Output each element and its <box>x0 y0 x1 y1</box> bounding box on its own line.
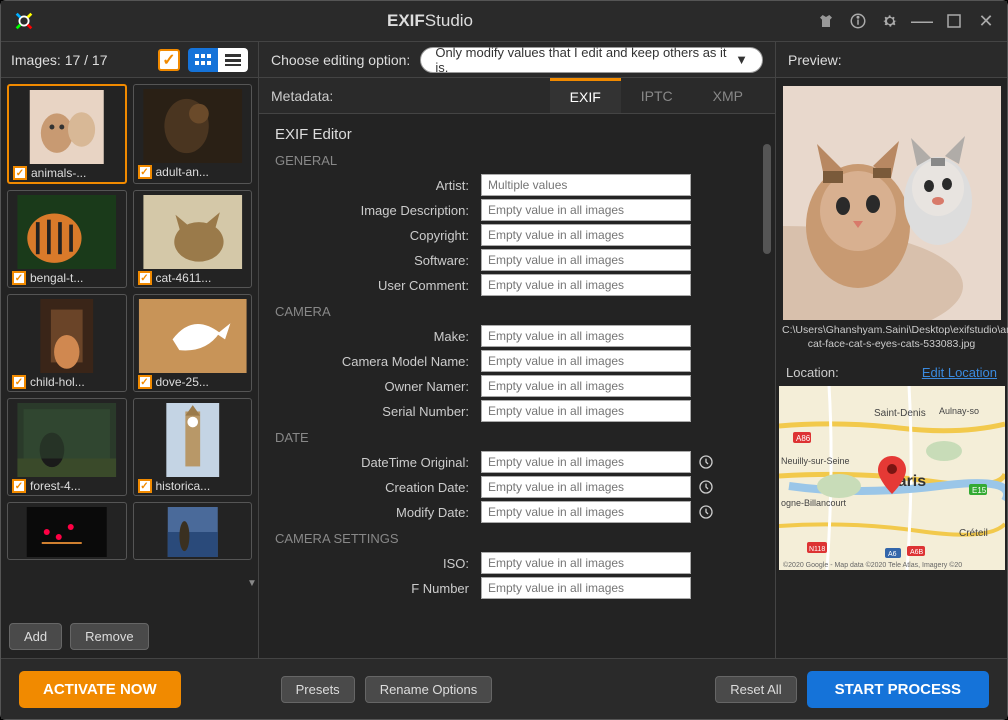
thumb-label: bengal-t... <box>30 271 83 285</box>
start-process-button[interactable]: START PROCESS <box>807 671 989 708</box>
thumbnail-item[interactable] <box>133 502 253 560</box>
svg-text:A6: A6 <box>888 551 897 558</box>
section-date: DATE <box>275 430 759 445</box>
tab-iptc[interactable]: IPTC <box>621 78 693 113</box>
location-map[interactable]: Paris Saint-Denis Aulnay-so Neuilly-sur-… <box>779 386 1005 570</box>
close-icon[interactable]: ✕ <box>977 12 995 30</box>
app-logo <box>13 10 35 32</box>
preview-path: C:\Users\Ghanshyam.Saini\Desktop\exifstu… <box>782 324 1001 351</box>
thumb-label: cat-4611... <box>156 271 212 285</box>
thumbnail-item[interactable]: ✓cat-4611... <box>133 190 253 288</box>
activate-button[interactable]: ACTIVATE NOW <box>19 671 181 708</box>
minimize-icon[interactable]: — <box>913 12 931 30</box>
creation-input[interactable] <box>481 476 691 498</box>
thumbnail-item[interactable]: ✓child-hol... <box>7 294 127 392</box>
svg-text:Créteil: Créteil <box>959 528 988 539</box>
list-view-button[interactable] <box>218 48 248 72</box>
clock-icon[interactable] <box>695 501 717 523</box>
thumbnail-item[interactable] <box>7 502 127 560</box>
edit-location-link[interactable]: Edit Location <box>922 365 997 380</box>
shirt-icon[interactable] <box>817 12 835 30</box>
thumb-label: dove-25... <box>156 375 209 389</box>
clock-icon[interactable] <box>695 451 717 473</box>
select-all-checkbox[interactable]: ✓ <box>158 49 180 71</box>
thumb-label: forest-4... <box>30 479 81 493</box>
thumb-label: historica... <box>156 479 211 493</box>
thumbnails-scrollbar[interactable]: ▼ <box>246 88 258 589</box>
svg-text:ogne-Billancourt: ogne-Billancourt <box>781 498 847 508</box>
fnumber-input[interactable] <box>481 577 691 599</box>
thumb-label: adult-an... <box>156 165 209 179</box>
software-input[interactable] <box>481 249 691 271</box>
tab-xmp[interactable]: XMP <box>693 78 763 113</box>
svg-text:Saint-Denis: Saint-Denis <box>874 408 926 419</box>
clock-icon[interactable] <box>695 476 717 498</box>
remove-button[interactable]: Remove <box>70 623 148 650</box>
metadata-label: Metadata: <box>271 88 333 104</box>
copyright-input[interactable] <box>481 224 691 246</box>
svg-text:Aulnay-so: Aulnay-so <box>939 406 979 416</box>
preview-image <box>783 86 1001 320</box>
svg-text:N118: N118 <box>809 546 825 553</box>
thumbnail-item[interactable]: ✓adult-an... <box>133 84 253 184</box>
editing-option-dropdown[interactable]: Only modify values that I edit and keep … <box>420 47 763 73</box>
reset-all-button[interactable]: Reset All <box>715 676 796 703</box>
thumbnail-item[interactable]: ✓historica... <box>133 398 253 496</box>
info-icon[interactable] <box>849 12 867 30</box>
svg-text:Neuilly-sur-Seine: Neuilly-sur-Seine <box>781 456 850 466</box>
thumbnail-item[interactable]: ✓dove-25... <box>133 294 253 392</box>
rename-options-button[interactable]: Rename Options <box>365 676 493 703</box>
imgdesc-input[interactable] <box>481 199 691 221</box>
make-input[interactable] <box>481 325 691 347</box>
owner-input[interactable] <box>481 375 691 397</box>
choose-label: Choose editing option: <box>271 52 410 68</box>
presets-button[interactable]: Presets <box>281 676 355 703</box>
thumb-label: child-hol... <box>30 375 85 389</box>
tab-exif[interactable]: EXIF <box>550 78 621 113</box>
app-title: EXIFStudio <box>43 11 817 31</box>
section-camera: CAMERA <box>275 304 759 319</box>
datetime-input[interactable] <box>481 451 691 473</box>
artist-input[interactable] <box>481 174 691 196</box>
svg-text:A6B: A6B <box>910 549 924 556</box>
editor-scrollbar[interactable] <box>763 144 771 254</box>
maximize-icon[interactable] <box>945 12 963 30</box>
editor-title: EXIF Editor <box>275 126 759 143</box>
location-label: Location: <box>786 365 839 380</box>
serial-input[interactable] <box>481 400 691 422</box>
chevron-down-icon: ▼ <box>735 52 748 67</box>
section-general: GENERAL <box>275 153 759 168</box>
section-settings: CAMERA SETTINGS <box>275 531 759 546</box>
thumbnail-item[interactable]: ✓animals-... <box>7 84 127 184</box>
image-count: Images: 17 / 17 <box>11 52 150 68</box>
svg-text:E15: E15 <box>972 486 987 495</box>
svg-text:©2020 Google - Map data ©2020: ©2020 Google - Map data ©2020 Tele Atlas… <box>783 561 962 569</box>
thumb-label: animals-... <box>31 166 86 180</box>
modify-input[interactable] <box>481 501 691 523</box>
usercomment-input[interactable] <box>481 274 691 296</box>
model-input[interactable] <box>481 350 691 372</box>
svg-text:A86: A86 <box>796 434 811 443</box>
preview-label: Preview: <box>776 42 1007 78</box>
thumbnail-item[interactable]: ✓forest-4... <box>7 398 127 496</box>
gear-icon[interactable] <box>881 12 899 30</box>
thumbnail-item[interactable]: ✓bengal-t... <box>7 190 127 288</box>
grid-view-button[interactable] <box>188 48 218 72</box>
add-button[interactable]: Add <box>9 623 62 650</box>
iso-input[interactable] <box>481 552 691 574</box>
